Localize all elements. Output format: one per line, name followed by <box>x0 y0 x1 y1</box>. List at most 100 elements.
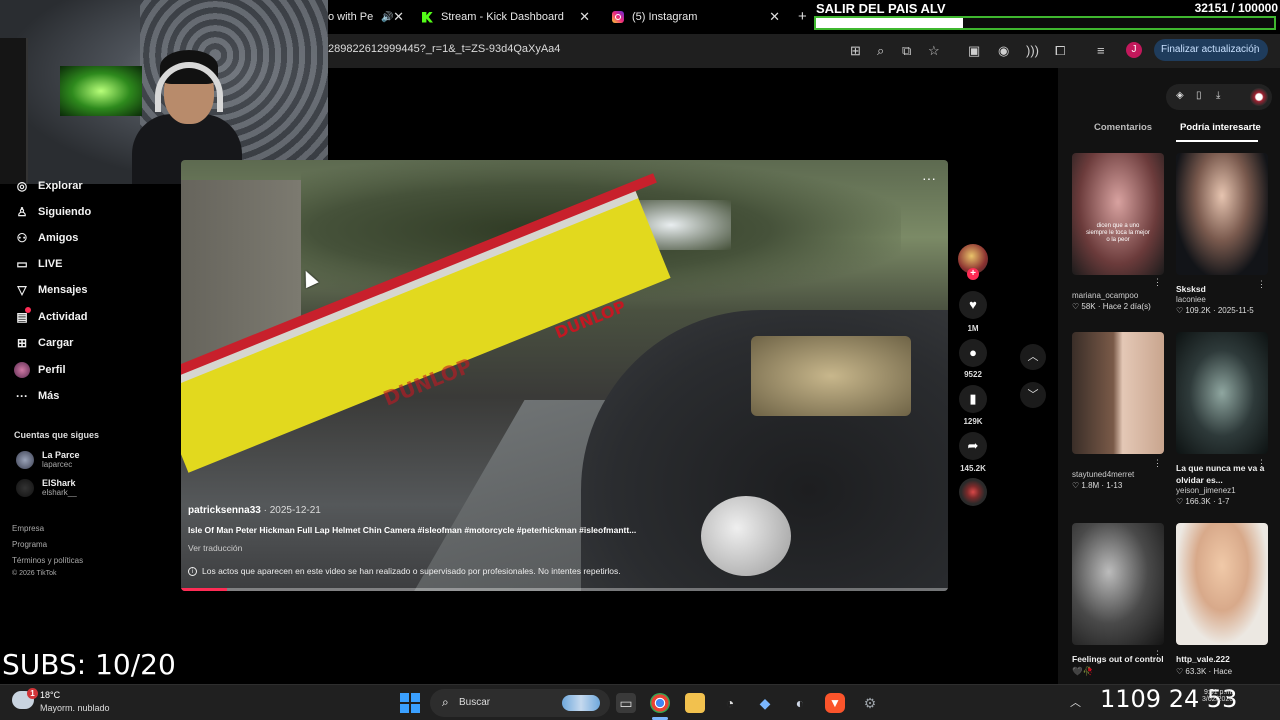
video-card[interactable]: http_vale.222 ♡ 63.3K · Hace <box>1176 523 1268 676</box>
tab-podria-interesarte[interactable]: Podría interesarte <box>1180 122 1261 133</box>
video-progress-bar[interactable] <box>181 588 948 591</box>
settings-icon[interactable]: ◈ <box>1176 90 1184 101</box>
sidebar-item-explorar[interactable]: ◎ Explorar <box>14 176 83 196</box>
sidebar-item-live[interactable]: ▭ LIVE <box>14 254 62 274</box>
bookmark-icon: ▮ <box>969 391 977 406</box>
steam-icon[interactable]: ◐ <box>790 693 810 713</box>
card-user[interactable]: yeison_jimenez1 <box>1176 486 1268 495</box>
sidebar-item-label: Cargar <box>38 337 74 349</box>
speaker-icon[interactable]: 🔊 <box>381 12 393 23</box>
video-date: · 2025-12-21 <box>263 505 321 516</box>
video-thumbnail[interactable] <box>1176 332 1268 454</box>
close-icon[interactable]: ✕ <box>579 9 590 25</box>
weather-description[interactable]: Mayorm. nublado <box>40 703 110 713</box>
more-options-icon[interactable]: ··· <box>922 170 936 186</box>
kebab-menu-icon[interactable]: ⋮ <box>1257 279 1266 290</box>
browser-tab-1[interactable]: o with Pe 🔊 ✕ <box>328 4 408 30</box>
kebab-menu-icon[interactable]: ⋮ <box>1153 649 1162 660</box>
translate-link[interactable]: Ver traducción <box>188 543 242 553</box>
user-avatar[interactable] <box>1250 88 1268 106</box>
close-icon[interactable]: ✕ <box>393 9 404 25</box>
follow-plus-icon[interactable]: + <box>967 268 979 280</box>
video-player[interactable]: DUNLOP DUNLOP ··· patricksenna33 · 2025-… <box>181 160 948 591</box>
device-icon[interactable]: ▯ <box>1196 90 1202 101</box>
profile-avatar <box>14 362 30 378</box>
chrome-icon[interactable] <box>650 693 670 713</box>
save-button[interactable]: ▮ <box>959 385 987 413</box>
clock-time: 9:51 p.m. <box>1203 689 1234 696</box>
video-thumbnail[interactable] <box>1072 332 1164 454</box>
kebab-menu-icon[interactable]: ⋮ <box>1153 277 1162 288</box>
sidebar-item-perfil[interactable]: Perfil <box>14 360 66 380</box>
task-view-icon[interactable]: ▭ <box>616 693 636 713</box>
kebab-menu-icon[interactable]: ⋮ <box>1250 39 1260 61</box>
card-title[interactable]: La que nunca me va a olvidar es... <box>1176 462 1268 486</box>
sidebar-item-mas[interactable]: ··· Más <box>14 386 59 406</box>
media-control-icon[interactable]: ≡ <box>1097 43 1105 58</box>
new-tab-button[interactable]: + <box>798 8 807 25</box>
following-account[interactable]: La Parce laparcec <box>16 450 80 469</box>
kebab-menu-icon[interactable]: ⋮ <box>1257 458 1266 469</box>
previous-video-button[interactable]: ︿ <box>1020 344 1046 370</box>
card-title[interactable]: Sksksd <box>1176 283 1268 295</box>
sidebar-item-mensajes[interactable]: ▽ Mensajes <box>14 280 87 300</box>
following-account[interactable]: ElShark elshark__ <box>16 478 77 497</box>
footer-link-terminos[interactable]: Términos y políticas <box>12 556 83 565</box>
taskbar-search[interactable]: ⌕ Buscar <box>430 689 610 717</box>
avatar <box>16 478 34 497</box>
browser-tab-kick[interactable]: Stream - Kick Dashboard ✕ <box>414 4 594 30</box>
extension-icon[interactable]: ))) <box>1026 43 1039 58</box>
video-card[interactable]: La que nunca me va a olvidar es... yeiso… <box>1176 332 1268 506</box>
messages-icon: ▽ <box>17 283 27 297</box>
video-thumbnail[interactable] <box>1072 523 1164 645</box>
footer-link-empresa[interactable]: Empresa <box>12 524 44 533</box>
system-clock[interactable]: 9:51 p.m. 3/02/2026 <box>1202 689 1233 703</box>
close-icon[interactable]: ✕ <box>769 9 780 25</box>
bookmark-star-icon[interactable]: ☆ <box>928 43 940 59</box>
kebab-menu-icon[interactable]: ⋮ <box>1153 458 1162 469</box>
settings-gear-icon[interactable]: ⚙ <box>860 693 880 713</box>
translate-icon[interactable]: ⊞ <box>850 43 861 59</box>
sidebar-item-actividad[interactable]: ▤ Actividad <box>14 307 88 327</box>
sidebar-item-siguiendo[interactable]: ♙ Siguiendo <box>14 202 92 222</box>
brave-icon[interactable]: ▼ <box>825 693 845 713</box>
comment-button[interactable]: ● <box>959 339 987 367</box>
app-icon[interactable]: ◆ <box>755 693 775 713</box>
extension-icon[interactable]: ◉ <box>998 43 1009 59</box>
video-thumbnail[interactable]: dicen que a uno siempre le toca la mejor… <box>1072 153 1164 275</box>
extensions-puzzle-icon[interactable]: ⧠ <box>1055 43 1065 59</box>
video-card[interactable]: staytuned4merret ♡ 1.8M · 1-13 ⋮ <box>1072 332 1164 490</box>
sidebar-item-cargar[interactable]: ⊞ Cargar <box>14 333 74 353</box>
tab-comentarios[interactable]: Comentarios <box>1094 122 1152 133</box>
card-user[interactable]: mariana_ocampoo <box>1072 291 1164 300</box>
video-thumbnail[interactable] <box>1176 523 1268 645</box>
video-card[interactable]: dicen que a uno siempre le toca la mejor… <box>1072 153 1164 311</box>
card-title[interactable]: Feelings out of control 🖤🥀 <box>1072 653 1164 677</box>
windows-start-icon[interactable] <box>400 693 420 713</box>
weather-temperature[interactable]: 18°C <box>40 690 60 700</box>
profile-avatar[interactable]: J <box>1126 42 1142 58</box>
browser-tab-instagram[interactable]: (5) Instagram ✕ <box>604 4 784 30</box>
file-explorer-icon[interactable] <box>685 693 705 713</box>
sidebar-item-amigos[interactable]: ⚇ Amigos <box>14 228 79 248</box>
update-button[interactable]: Finalizar actualización ⋮ <box>1154 39 1268 61</box>
download-icon[interactable]: ⤓ <box>1216 90 1220 101</box>
app-icon[interactable]: ◔ <box>720 693 740 713</box>
install-app-icon[interactable]: ⧉ <box>902 43 911 59</box>
card-user[interactable]: laconiee <box>1176 295 1268 304</box>
url-field[interactable]: 289822612999445?_r=1&_t=ZS-93d4QaXyAa4 <box>328 43 560 55</box>
share-button[interactable]: ➦ <box>959 432 987 460</box>
video-card[interactable]: Feelings out of control 🖤🥀 ⋮ <box>1072 523 1164 677</box>
card-title[interactable]: http_vale.222 <box>1176 653 1268 665</box>
zoom-icon[interactable]: ⌕ <box>877 43 884 59</box>
video-thumbnail[interactable] <box>1176 153 1268 275</box>
video-author[interactable]: patricksenna33 <box>188 505 261 516</box>
music-disc-icon[interactable] <box>959 478 987 506</box>
card-user[interactable]: staytuned4merret <box>1072 470 1164 479</box>
video-card[interactable]: Sksksd laconiee ♡ 109.2K · 2025-11-5 ⋮ <box>1176 153 1268 315</box>
tray-expand-icon[interactable]: ︿ <box>1070 694 1081 710</box>
footer-link-programa[interactable]: Programa <box>12 540 47 549</box>
like-button[interactable]: ♥ <box>959 291 987 319</box>
next-video-button[interactable]: ﹀ <box>1020 382 1046 408</box>
extension-icon[interactable]: ▣ <box>968 43 980 59</box>
